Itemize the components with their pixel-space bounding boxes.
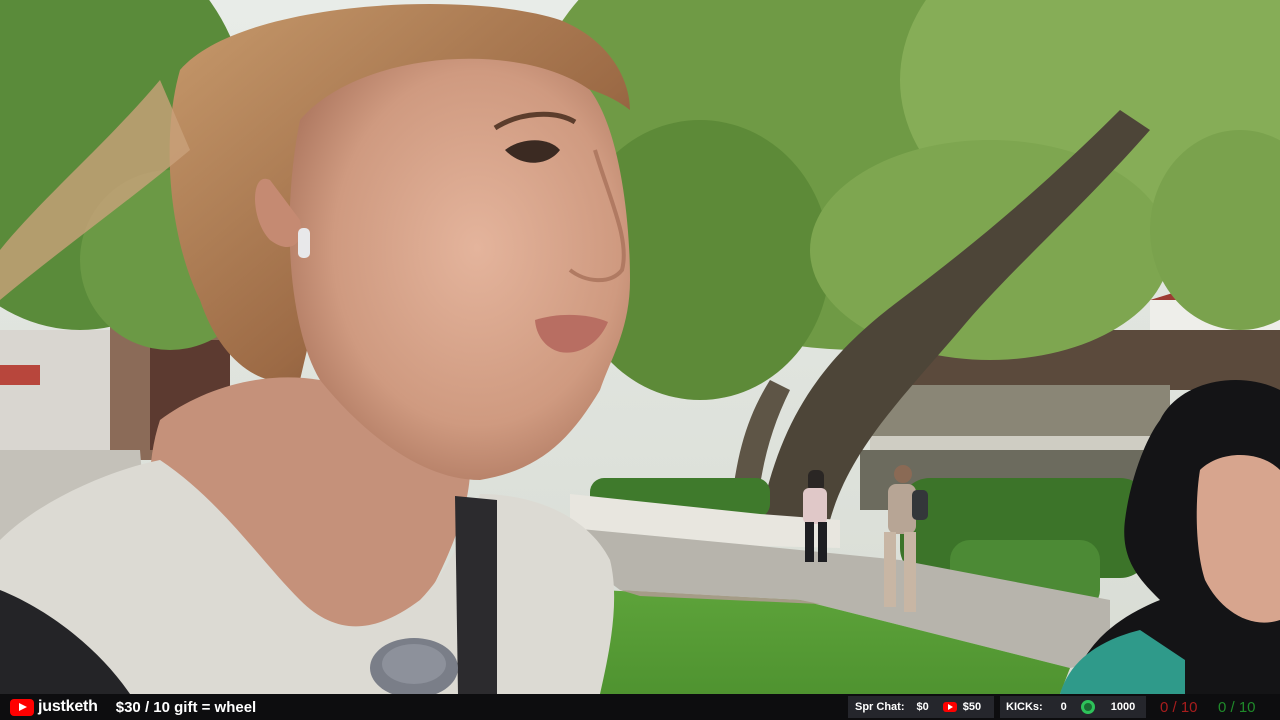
green-globe-icon [1080, 700, 1095, 714]
kicks-value: 0 [1060, 701, 1067, 713]
youtube-logo-icon [942, 702, 957, 712]
gift-wheel-promo: $30 / 10 gift = wheel [115, 698, 257, 716]
stream-overlay-bar: justketh $30 / 10 gift = wheel Spr Chat:… [0, 694, 1280, 720]
score-green: 0 / 10 [1218, 698, 1256, 716]
channel-name: justketh [38, 698, 98, 715]
kicks-goal: 1000 [1110, 701, 1136, 713]
street-scene-image [0, 0, 1280, 694]
youtube-logo-icon [10, 698, 34, 716]
kicks-label: KICKs: [1006, 701, 1043, 713]
video-frame [0, 0, 1280, 694]
kicks-counter: KICKs: 0 1000 [1000, 696, 1146, 718]
superchat-value: $0 [916, 701, 929, 713]
superchat-youtube-value: $50 [962, 701, 982, 713]
superchat-label: Spr Chat: [855, 701, 905, 713]
channel-badge: justketh [10, 698, 98, 716]
superchat-counter: Spr Chat: $0 $50 [848, 696, 994, 718]
score-red: 0 / 10 [1160, 698, 1198, 716]
